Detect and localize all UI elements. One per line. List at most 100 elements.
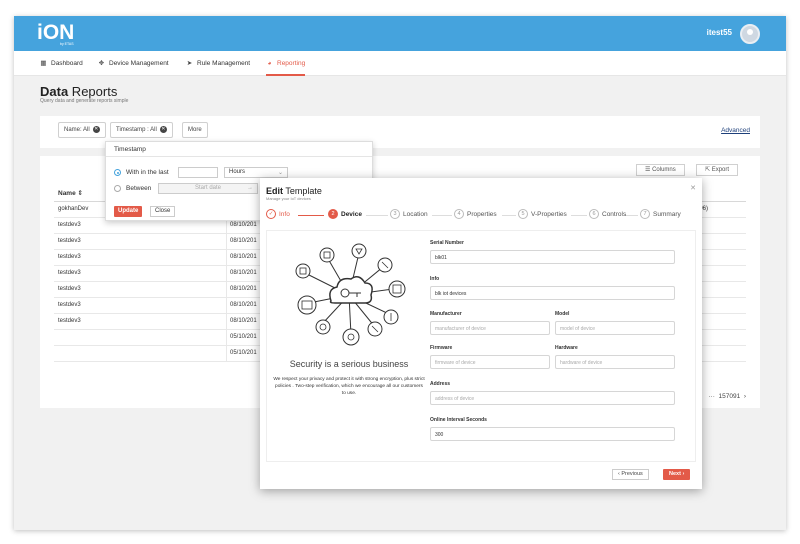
manufacturer-input[interactable]: manufacturer of device <box>430 321 550 335</box>
grid-icon: ▦ <box>40 60 47 67</box>
clear-icon[interactable]: ✕ <box>92 125 100 133</box>
username[interactable]: itest55 <box>707 28 732 37</box>
nav-device-management[interactable]: ✥ Device Management <box>98 51 169 76</box>
start-date-placeholder: Start date <box>194 185 221 191</box>
update-button[interactable]: Update <box>114 206 143 217</box>
page-title-bold: Data <box>40 84 69 99</box>
popover-title: Timestamp <box>106 142 372 157</box>
top-bar: iON by ETAS itest55 <box>14 16 786 51</box>
within-last-radio[interactable] <box>114 169 121 176</box>
column-divider <box>226 298 227 314</box>
step-controls[interactable]: 6 Controls <box>589 209 626 221</box>
cell-name: testdev3 <box>58 270 81 276</box>
main-nav: ▦ Dashboard ✥ Device Management ➤ Rule Mana… <box>14 51 786 76</box>
step-connector <box>366 215 388 216</box>
column-divider <box>226 234 227 250</box>
column-divider <box>226 346 227 362</box>
logo-text: iON <box>37 21 74 44</box>
step-connector <box>432 215 452 216</box>
step-info[interactable]: ✓ Info <box>266 209 290 221</box>
model-input[interactable]: model of device <box>555 321 675 335</box>
edit-template-modal: Edit Template Manage your IoT devices ✕ … <box>260 178 702 489</box>
hardware-input[interactable]: hardware of device <box>555 355 675 369</box>
chart-icon: ◕ <box>267 60 272 67</box>
step-number: 6 <box>589 209 599 219</box>
last-page-link[interactable]: 157091 <box>719 393 741 400</box>
clear-icon[interactable]: ✕ <box>159 125 167 133</box>
cell-name: testdev3 <box>58 238 81 244</box>
previous-button[interactable]: ‹ Previous <box>612 469 649 480</box>
column-divider <box>226 330 227 346</box>
step-label: Device <box>341 210 362 218</box>
name-column-header[interactable]: Name ⇕ <box>58 189 83 197</box>
advanced-link[interactable]: Advanced <box>721 127 750 134</box>
column-divider <box>226 266 227 282</box>
timestamp-filter-chip[interactable]: Timestamp : All ✕ <box>110 122 173 138</box>
unit-select[interactable]: Hours ⌄ <box>224 167 288 178</box>
cell-name: testdev3 <box>58 318 81 324</box>
arrow-right-icon: → <box>247 185 253 191</box>
name-filter-chip[interactable]: Name: All ✕ <box>58 122 106 138</box>
next-page-icon[interactable]: › <box>744 393 746 400</box>
info-input[interactable]: blk iot devices <box>430 286 675 300</box>
more-filter-button[interactable]: More <box>182 122 208 138</box>
step-device[interactable]: 2 Device <box>328 209 362 221</box>
manufacturer-label: Manufacturer <box>430 311 462 317</box>
online-interval-input[interactable]: 300 <box>430 427 675 441</box>
step-connector <box>571 215 587 216</box>
columns-button[interactable]: ☰ Columns <box>636 164 685 176</box>
column-divider <box>226 314 227 330</box>
cell-date: 08/10/201 <box>230 302 257 308</box>
cell-date: 05/10/201 <box>230 350 257 356</box>
avatar[interactable] <box>740 24 760 44</box>
security-text: We respect your privacy and protect it w… <box>273 377 425 396</box>
step-number: 7 <box>640 209 650 219</box>
chip-label: More <box>188 127 202 133</box>
cell-date: 08/10/201 <box>230 238 257 244</box>
close-button[interactable]: Close <box>150 206 176 217</box>
serial-number-input[interactable]: blk01 <box>430 250 675 264</box>
nav-label: Reporting <box>277 60 306 67</box>
cell-date: 08/10/201 <box>230 270 257 276</box>
nav-label: Device Management <box>109 60 169 67</box>
nav-dashboard[interactable]: ▦ Dashboard <box>40 51 82 76</box>
step-connector <box>502 215 516 216</box>
nav-rule-management[interactable]: ➤ Rule Management <box>186 51 250 76</box>
chip-label: Name: All <box>64 127 90 133</box>
pagination: ··· 157091 › <box>708 393 746 400</box>
step-v-properties[interactable]: 5 V-Properties <box>518 209 567 221</box>
chevron-down-icon: ⌄ <box>277 170 283 176</box>
firmware-input[interactable]: firmware of device <box>430 355 550 369</box>
page-title: Data Reports <box>40 84 117 99</box>
within-last-value-input[interactable] <box>178 167 218 178</box>
between-label: Between <box>126 185 152 192</box>
next-button[interactable]: Next › <box>663 469 691 480</box>
close-icon[interactable]: ✕ <box>690 184 696 192</box>
step-summary[interactable]: 7 Summary <box>640 209 681 221</box>
cell-date: 08/10/201 <box>230 286 257 292</box>
step-label: V-Properties <box>531 210 567 218</box>
start-date-input[interactable]: Start date → <box>158 183 258 194</box>
step-properties[interactable]: 4 Properties <box>454 209 497 221</box>
nav-label: Rule Management <box>197 60 251 67</box>
export-button[interactable]: ⇱ Export <box>696 164 739 176</box>
cell-date: 08/10/201 <box>230 254 257 260</box>
columns-icon: ☰ <box>645 167 651 173</box>
step-label: Properties <box>467 210 497 218</box>
app-window: iON by ETAS itest55 ▦ Dashboard ✥ Device M… <box>14 16 786 530</box>
model-label: Model <box>555 311 570 317</box>
unit-value: Hours <box>229 169 246 175</box>
serial-number-label: Serial Number <box>430 240 464 246</box>
export-label: Export <box>711 167 730 173</box>
ion-logo: iON by ETAS <box>37 21 74 46</box>
ellipsis: ··· <box>708 393 715 400</box>
column-divider <box>226 250 227 266</box>
step-number: 2 <box>328 209 338 219</box>
nav-reporting[interactable]: ◕ Reporting <box>266 51 306 76</box>
address-input[interactable]: address of device <box>430 391 675 405</box>
step-location[interactable]: 3 Location <box>390 209 428 221</box>
modal-title: Edit Template <box>266 186 322 196</box>
cell-name: testdev3 <box>58 286 81 292</box>
between-radio[interactable] <box>114 185 121 192</box>
step-number: 5 <box>518 209 528 219</box>
